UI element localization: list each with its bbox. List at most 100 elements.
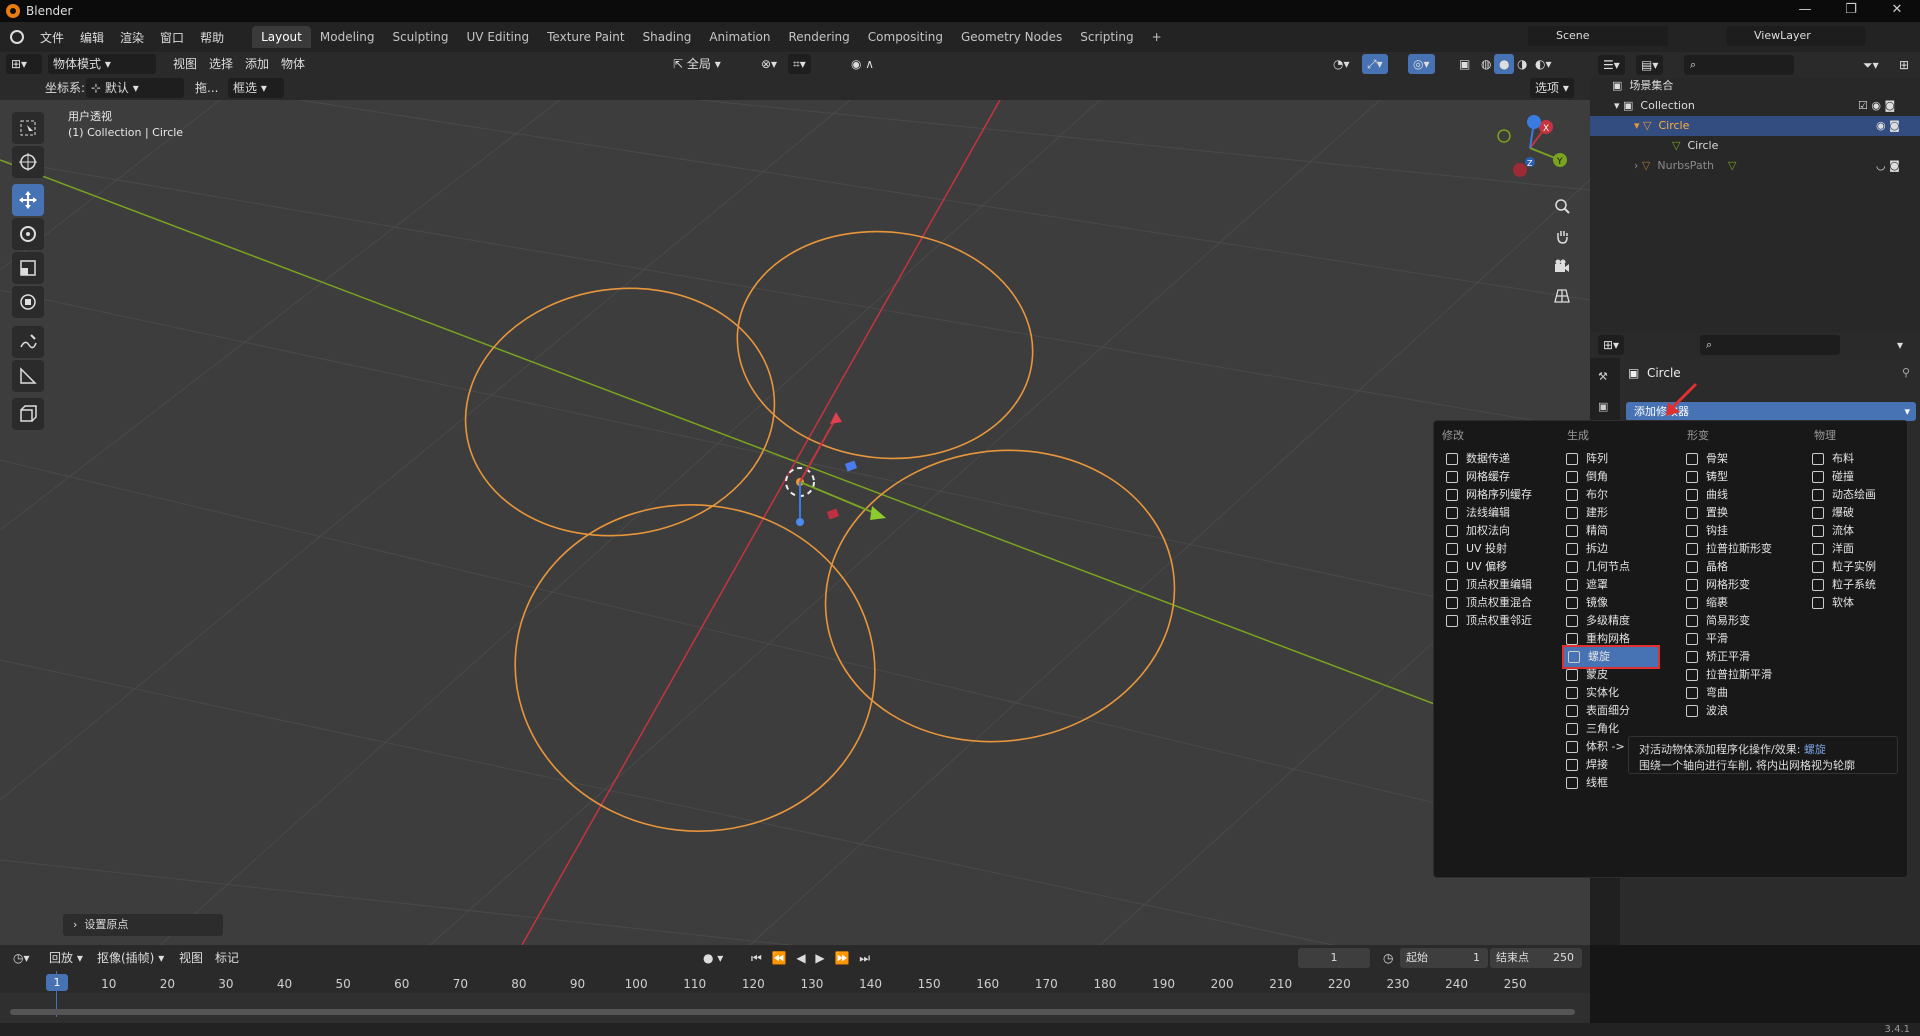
timeline-scrollbar[interactable]: [10, 1009, 1575, 1015]
menu-file[interactable]: 文件: [32, 29, 72, 46]
visibility-icon[interactable]: ◔▾: [1328, 54, 1355, 74]
keying-dropdown[interactable]: 抠像(插帧) ▾: [92, 948, 169, 968]
modifier-item-generate[interactable]: 布尔: [1562, 485, 1682, 505]
options-dropdown[interactable]: 选项 ▾: [1530, 78, 1574, 98]
modifier-item-modify[interactable]: UV 偏移: [1442, 557, 1560, 577]
3d-viewport[interactable]: 用户透视 (1) Collection | Circle X Y Z › 设置原…: [0, 100, 1590, 945]
add-workspace-icon[interactable]: +: [1143, 26, 1171, 48]
menu-select[interactable]: 选择: [204, 54, 238, 74]
modifier-item-deform[interactable]: 曲线: [1682, 485, 1806, 505]
modifier-item-modify[interactable]: 加权法向: [1442, 521, 1560, 541]
modifier-item-deform[interactable]: 波浪: [1682, 701, 1806, 721]
menu-help[interactable]: 帮助: [192, 29, 232, 46]
gizmo-plane-yz[interactable]: [844, 460, 858, 472]
modifier-item-modify[interactable]: UV 投射: [1442, 539, 1560, 559]
modifier-item-modify[interactable]: 法线编辑: [1442, 503, 1560, 523]
modifier-item-generate[interactable]: 螺旋: [1562, 645, 1660, 669]
playhead[interactable]: 1: [46, 974, 68, 991]
modifier-item-physics[interactable]: 粒子实例: [1808, 557, 1903, 577]
circle-visibility-icon[interactable]: ◉ ◙: [1876, 116, 1900, 136]
editor-type-icon[interactable]: ⊞▾: [6, 54, 42, 74]
record-button[interactable]: ● ▾: [698, 948, 728, 968]
modifier-item-generate[interactable]: 精简: [1562, 521, 1682, 541]
outliner-search-input[interactable]: ⌕: [1684, 55, 1794, 75]
modifier-item-deform[interactable]: 弯曲: [1682, 683, 1806, 703]
modifier-item-generate[interactable]: 镜像: [1562, 593, 1682, 613]
modifier-item-deform[interactable]: 钩挂: [1682, 521, 1806, 541]
modifier-item-generate[interactable]: 倒角: [1562, 467, 1682, 487]
proportional-edit-icon[interactable]: ◉ ∧: [846, 54, 879, 74]
camera-view-icon[interactable]: [1548, 252, 1576, 280]
modifier-item-generate[interactable]: 蒙皮: [1562, 665, 1682, 685]
snap-icon[interactable]: ⌗▾: [788, 54, 811, 74]
clock-icon[interactable]: ◷: [1378, 948, 1398, 968]
modifier-item-generate[interactable]: 拆边: [1562, 539, 1682, 559]
render-tab-icon[interactable]: ▣: [1598, 400, 1608, 413]
modifier-item-deform[interactable]: 置换: [1682, 503, 1806, 523]
modifier-item-generate[interactable]: 重构网格: [1562, 629, 1682, 649]
tab-scripting[interactable]: Scripting: [1071, 26, 1142, 48]
menu-window[interactable]: 窗口: [152, 29, 192, 46]
outliner-circle-data-row[interactable]: ▽ Circle: [1590, 136, 1920, 156]
current-frame-field[interactable]: 1: [1298, 948, 1370, 968]
modifier-item-modify[interactable]: 顶点权重混合: [1442, 593, 1560, 613]
tab-texture-paint[interactable]: Texture Paint: [538, 26, 633, 48]
transform-tool-icon[interactable]: [12, 286, 44, 318]
timeline-view-menu[interactable]: 视图: [174, 948, 208, 968]
modifier-item-modify[interactable]: 网格缓存: [1442, 467, 1560, 487]
cursor-tool-icon[interactable]: [12, 146, 44, 178]
pan-hand-icon[interactable]: [1548, 222, 1576, 250]
modifier-item-deform[interactable]: 拉普拉斯平滑: [1682, 665, 1806, 685]
measure-tool-icon[interactable]: [12, 360, 44, 392]
menu-render[interactable]: 渲染: [112, 29, 152, 46]
modifier-item-modify[interactable]: 顶点权重编辑: [1442, 575, 1560, 595]
tab-shading[interactable]: Shading: [634, 26, 701, 48]
menu-view[interactable]: 视图: [168, 54, 202, 74]
annotate-tool-icon[interactable]: [12, 326, 44, 358]
timeline[interactable]: 10 20 30 40 50 60 70 80 90 100 110 120 130 140 150 160 1…: [0, 971, 1590, 1023]
navigation-gizmo[interactable]: X Y Z: [1490, 112, 1570, 182]
modifier-item-deform[interactable]: 骨架: [1682, 449, 1806, 469]
view-layer-selector[interactable]: ViewLayer: [1726, 26, 1866, 46]
modifier-item-physics[interactable]: 洋面: [1808, 539, 1903, 559]
tool-tab-icon[interactable]: ⚒: [1598, 370, 1608, 383]
modifier-item-physics[interactable]: 动态绘画: [1808, 485, 1903, 505]
modifier-item-modify[interactable]: 网格序列缓存: [1442, 485, 1560, 505]
circle-object[interactable]: [449, 217, 1193, 849]
display-mode-icon[interactable]: ▤▾: [1636, 55, 1664, 75]
marker-menu[interactable]: 标记: [210, 948, 244, 968]
add-cube-tool-icon[interactable]: [12, 398, 44, 430]
gizmo-toggle-icon[interactable]: ⤢▾: [1362, 54, 1388, 74]
move-tool-icon[interactable]: [12, 184, 44, 216]
playback-dropdown[interactable]: 回放 ▾: [44, 948, 88, 968]
modifier-item-generate[interactable]: 阵列: [1562, 449, 1682, 469]
filter-icon[interactable]: ⏷▾: [1858, 55, 1884, 75]
modifier-item-physics[interactable]: 布料: [1808, 449, 1903, 469]
new-collection-icon[interactable]: ⊞: [1894, 55, 1914, 75]
properties-options-icon[interactable]: ▾: [1892, 335, 1908, 355]
coord-dropdown[interactable]: ⊹ 默认 ▾: [86, 78, 184, 98]
last-operator-panel[interactable]: › 设置原点: [63, 914, 223, 936]
perspective-toggle-icon[interactable]: [1548, 282, 1576, 310]
menu-object[interactable]: 物体: [276, 54, 310, 74]
gizmo-y-arrow[interactable]: [870, 506, 886, 520]
gizmo-z-arrow[interactable]: [796, 518, 804, 526]
outliner-collection-row[interactable]: ▾ ▣ Collection ☑ ◉ ◙: [1590, 96, 1920, 116]
outliner-scene-collection[interactable]: ▣ 场景集合: [1590, 76, 1920, 96]
modifier-item-deform[interactable]: 缩裹: [1682, 593, 1806, 613]
transform-orientation-dropdown[interactable]: ⇱ 全局 ▾: [668, 54, 748, 74]
collection-checkbox[interactable]: ☑ ◉ ◙: [1858, 96, 1895, 116]
rendered-shading-icon[interactable]: ◐▾: [1530, 54, 1557, 74]
playback-controls[interactable]: ⏮ ⏪ ◀ ▶ ⏩ ⏭: [746, 948, 878, 968]
pivot-icon[interactable]: ⊗▾: [756, 54, 782, 74]
scale-tool-icon[interactable]: [12, 252, 44, 284]
modifier-item-deform[interactable]: 晶格: [1682, 557, 1806, 577]
properties-editor-type-icon[interactable]: ⊞▾: [1598, 335, 1625, 355]
gizmo-x-arrow[interactable]: [830, 412, 842, 424]
xray-icon[interactable]: ▣: [1454, 54, 1475, 74]
frame-ruler[interactable]: 10 20 30 40 50 60 70 80 90 100 110 120 130 140 150 160 1…: [0, 971, 1590, 993]
modifier-item-deform[interactable]: 平滑: [1682, 629, 1806, 649]
tab-compositing[interactable]: Compositing: [859, 26, 952, 48]
zoom-icon[interactable]: [1548, 192, 1576, 220]
modifier-item-generate[interactable]: 线框: [1562, 773, 1682, 793]
